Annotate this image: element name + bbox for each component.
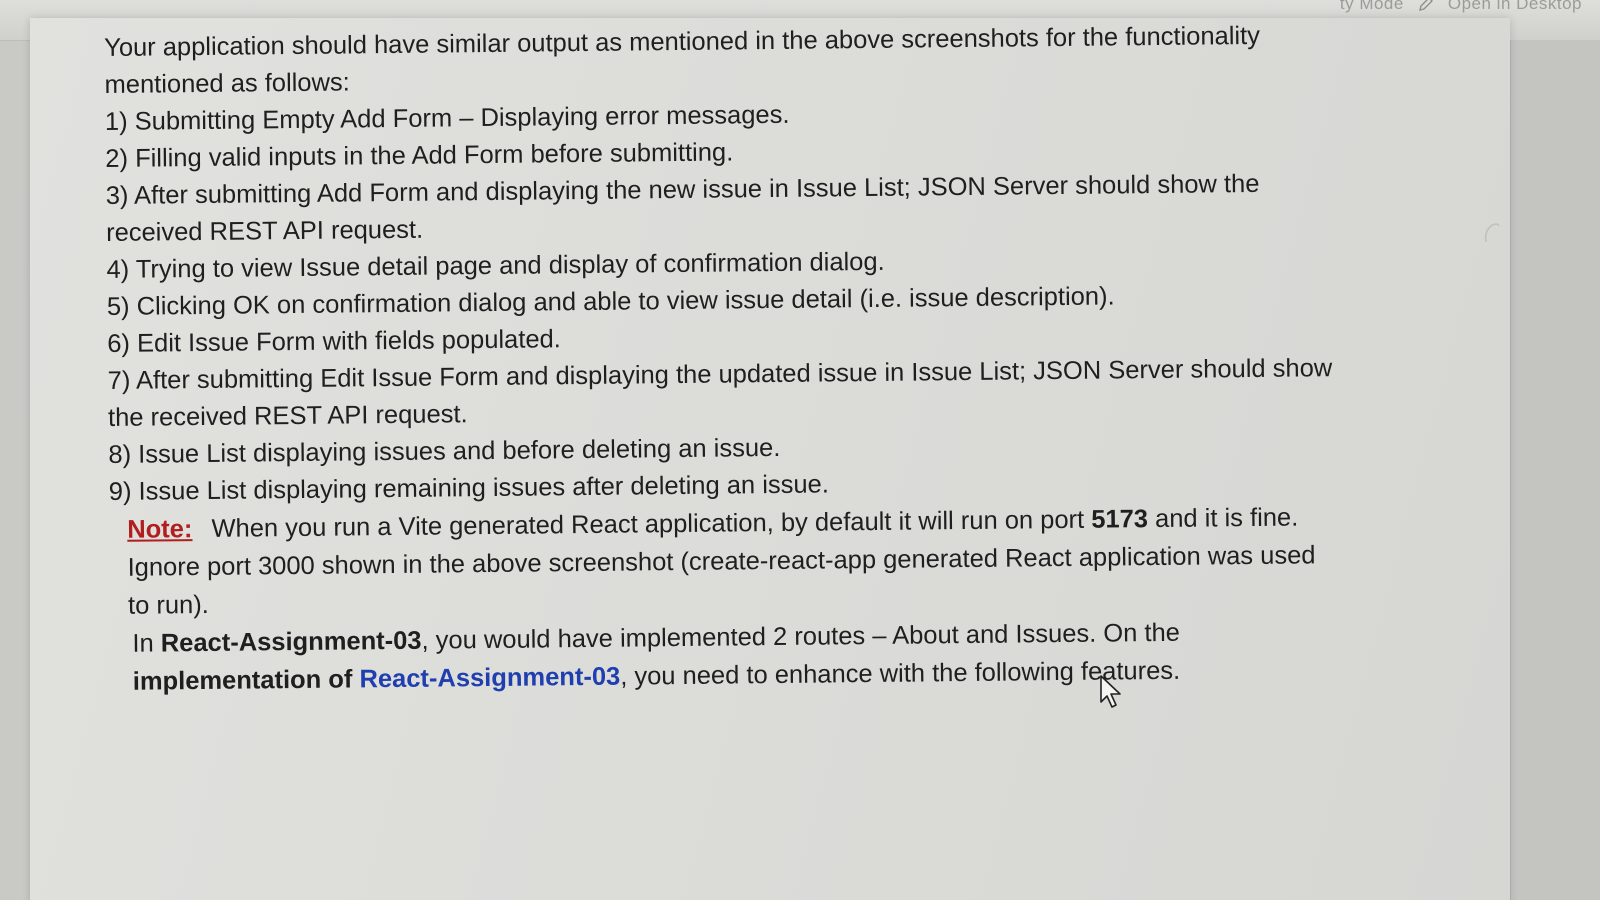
open-in-desktop-button[interactable]: Open in Desktop	[1448, 0, 1582, 14]
requirements-list: 1) Submitting Empty Add Form – Displayin…	[105, 91, 1349, 511]
routes-impl-prefix: implementation of	[132, 665, 353, 696]
routes-paragraph: In React-Assignment-03, you would have i…	[110, 613, 1213, 701]
pencil-icon[interactable]	[1418, 0, 1434, 12]
routes-middle-text: , you would have implemented 2 routes – …	[421, 618, 1181, 655]
routes-prefix: In	[132, 629, 154, 658]
routes-assignment-name: React-Assignment-03	[160, 626, 422, 658]
mouse-pointer-icon	[1100, 675, 1121, 708]
intro-paragraph: Your application should have similar out…	[104, 21, 1261, 99]
document-body: Your application should have similar out…	[104, 17, 1351, 701]
note-label: Note:	[127, 515, 193, 544]
list-item: 7) After submitting Edit Issue Form and …	[107, 354, 1333, 432]
accessibility-mode-fragment[interactable]: ty Mode	[1340, 0, 1404, 14]
assignment-link[interactable]: React-Assignment-03	[359, 663, 620, 694]
right-margin-area	[1510, 40, 1600, 900]
note-port-number: 5173	[1091, 505, 1149, 534]
toolbar-right: ty Mode Open in Desktop	[1340, 0, 1582, 14]
screen-mark-icon	[1484, 223, 1500, 243]
routes-suffix: , you need to enhance with the following…	[620, 656, 1181, 691]
note-text-before-port: When you run a Vite generated React appl…	[211, 505, 1085, 543]
note-paragraph: Note: When you run a Vite generated Reac…	[109, 498, 1318, 625]
list-item: 3) After submitting Add Form and display…	[105, 169, 1260, 247]
